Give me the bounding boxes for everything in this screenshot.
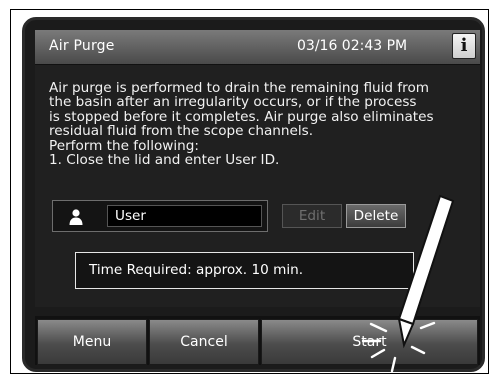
- description-line: 1. Close the lid and enter User ID.: [49, 152, 280, 169]
- title-bar: Air Purge 03/16 02:43 PM i: [35, 30, 480, 65]
- user-id-field[interactable]: User: [107, 205, 262, 227]
- edit-button[interactable]: Edit: [282, 204, 342, 228]
- description-line: Air purge is performed to drain the rema…: [49, 80, 430, 96]
- description-line: is stopped before it completes. Air purg…: [49, 108, 434, 125]
- date-time: 03/16 02:43 PM: [297, 38, 408, 54]
- person-icon: [67, 208, 85, 226]
- menu-button[interactable]: Menu: [37, 319, 147, 365]
- description-line: the basin after an irregularity occurs, …: [49, 94, 417, 111]
- info-icon: i: [460, 35, 468, 56]
- delete-button[interactable]: Delete: [346, 204, 406, 228]
- time-required-box: Time Required: approx. 10 min.: [75, 252, 414, 289]
- description-line: Perform the following:: [49, 137, 200, 154]
- page-title: Air Purge: [49, 38, 115, 54]
- info-button[interactable]: i: [452, 33, 476, 59]
- description-text: Air purge is performed to drain the rema…: [49, 80, 477, 169]
- description-line: residual fluid from the scope channels.: [49, 123, 314, 140]
- start-button[interactable]: Start: [261, 319, 478, 365]
- cancel-button[interactable]: Cancel: [149, 319, 259, 365]
